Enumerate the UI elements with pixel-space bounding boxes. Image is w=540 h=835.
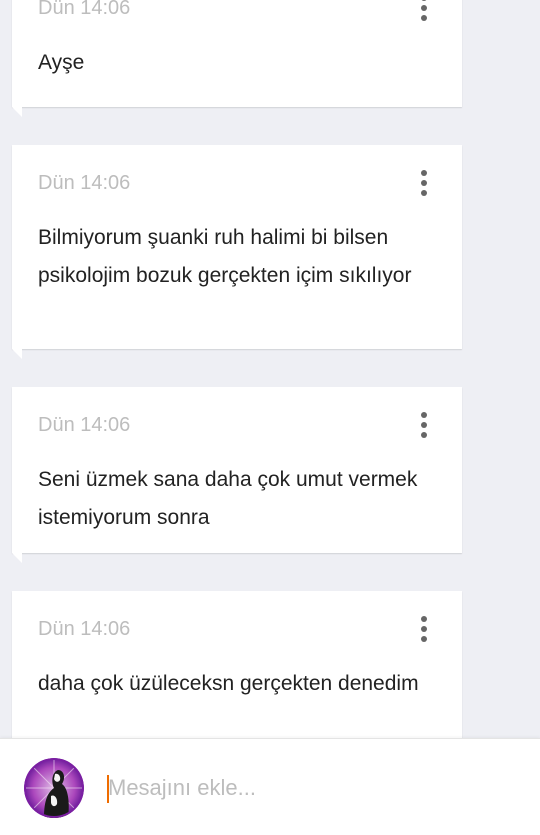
message-timestamp: Dün 14:06 [38, 414, 131, 436]
message-card: Dün 14:06 Seni üzmek sana daha çok umut … [12, 387, 462, 563]
more-vertical-icon[interactable] [412, 168, 436, 198]
more-vertical-icon[interactable] [412, 0, 436, 23]
message-text: Ayşe [38, 51, 85, 74]
message-text: Bilmiyorum şuanki ruh halimi bi bilsen p… [38, 226, 412, 287]
avatar-image [24, 758, 84, 818]
user-avatar[interactable] [24, 758, 84, 818]
more-vertical-icon[interactable] [412, 410, 436, 440]
message-card: Dün 14:06 Ayşe [12, 0, 462, 117]
message-timestamp: Dün 14:06 [38, 172, 131, 194]
message-timestamp: Dün 14:06 [38, 618, 131, 640]
message-card: Dün 14:06 Bilmiyorum şuanki ruh halimi b… [12, 145, 462, 359]
message-composer [0, 738, 540, 835]
message-timestamp: Dün 14:06 [38, 0, 131, 19]
message-input[interactable] [108, 772, 508, 804]
message-text: Seni üzmek sana daha çok umut vermek ist… [38, 468, 418, 529]
message-feed[interactable]: Dün 14:06 Ayşe Dün 14:06 Bilmiyorum şuan… [0, 0, 540, 740]
message-card: Dün 14:06 daha çok üzüleceksn gerçekten … [12, 591, 462, 740]
more-vertical-icon[interactable] [412, 614, 436, 644]
message-text: daha çok üzüleceksn gerçekten denedim [38, 672, 419, 695]
